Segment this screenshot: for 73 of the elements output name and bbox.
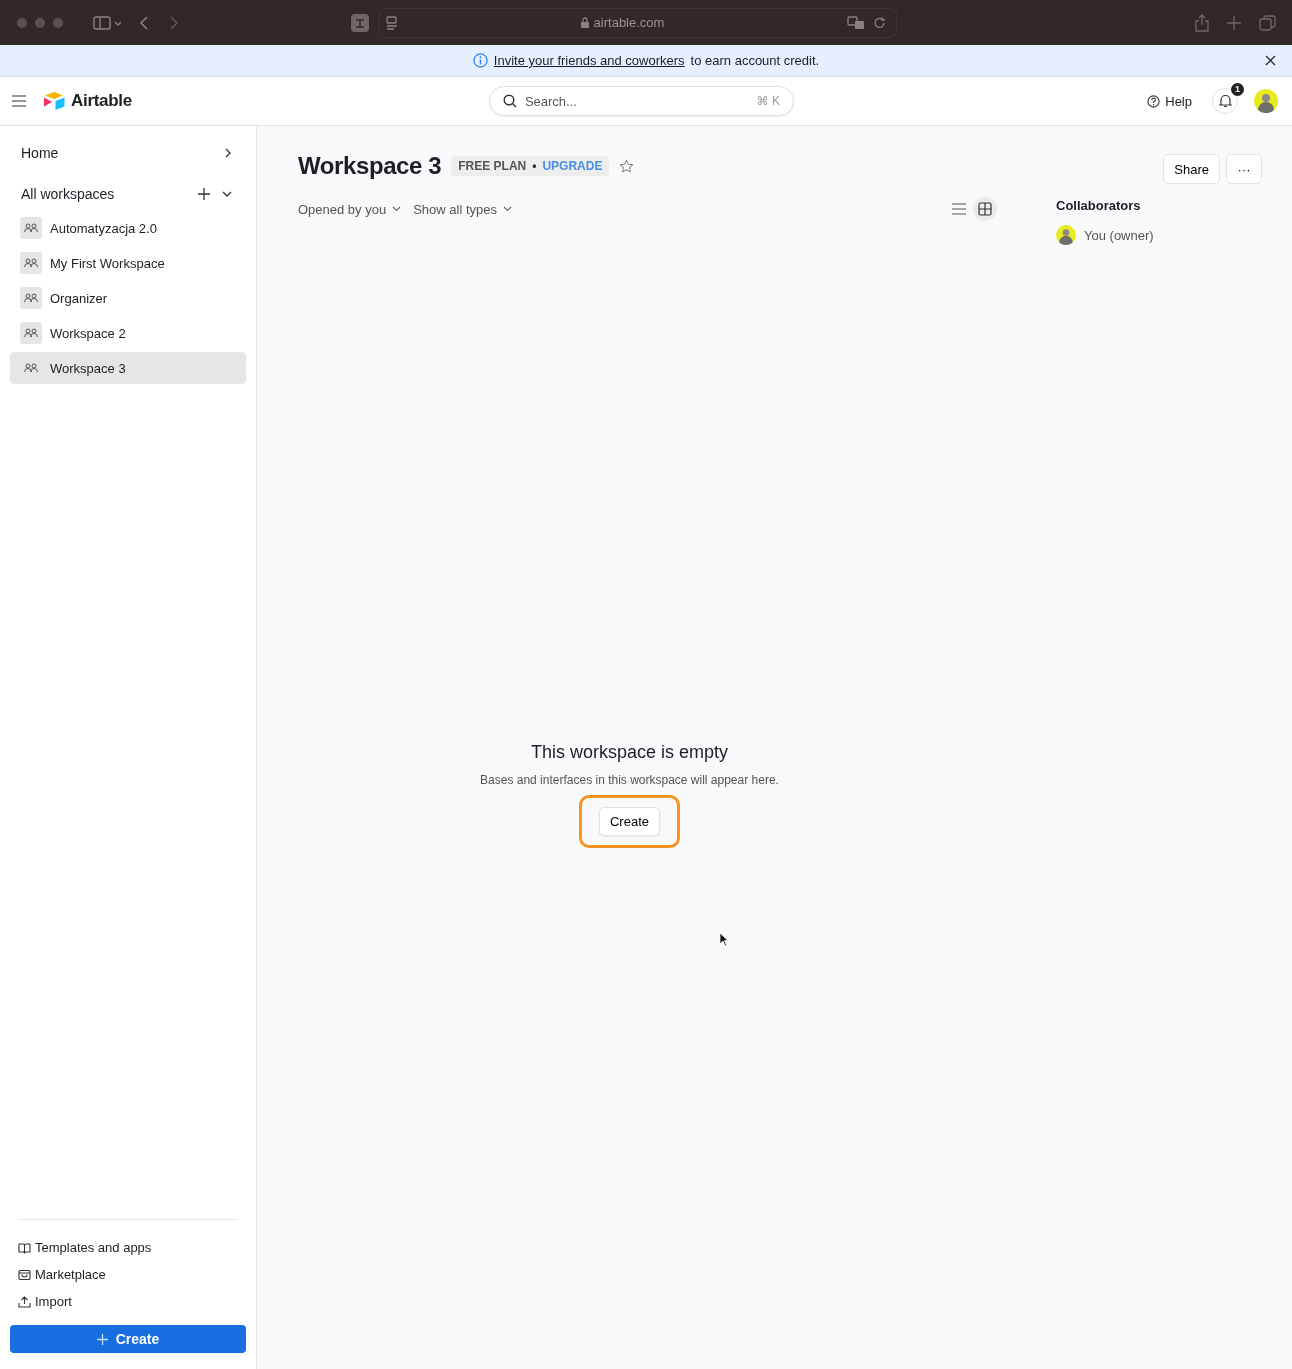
list-icon [952,203,966,215]
logo-icon[interactable] [43,91,67,111]
invite-link[interactable]: Invite your friends and coworkers [493,53,685,68]
more-button[interactable]: ··· [1226,154,1262,184]
separator-dot: • [532,159,537,173]
filter-dropdown[interactable]: Show all types [413,201,512,217]
create-button[interactable]: Create [599,807,660,836]
avatar-icon [1056,225,1076,245]
avatar-icon[interactable] [1254,89,1278,113]
reader-icon[interactable] [386,15,398,30]
people-icon [20,217,42,239]
workspace-item[interactable]: Automatyzacja 2.0 [10,212,246,244]
people-icon [20,252,42,274]
address-bar[interactable]: airtable.com [379,7,897,38]
reload-icon[interactable] [873,15,886,30]
url-text: airtable.com [593,15,665,30]
window-minimize-button[interactable] [35,17,45,28]
menu-icon[interactable] [12,95,26,107]
grid-icon [978,202,992,216]
sidebar-icon[interactable] [93,14,121,31]
plus-icon [96,1333,108,1345]
back-icon[interactable] [139,14,149,31]
tabs-icon[interactable] [1259,14,1276,31]
notifications-button[interactable] [1212,88,1238,114]
lock-icon [580,17,589,28]
new-tab-icon[interactable] [1227,15,1241,30]
share-icon[interactable] [1195,13,1209,32]
chevron-right-icon [224,147,232,159]
close-icon[interactable] [1265,55,1276,66]
chevron-down-icon [392,206,402,212]
extension-icon[interactable] [351,13,369,32]
chevron-down-icon [503,206,512,212]
shortcut-hint: ⌘ K [756,94,780,108]
sidebar-link[interactable]: Import [10,1288,246,1315]
banner-text: to earn account credit. [690,53,820,68]
empty-state-title: This workspace is empty [530,742,729,763]
workspace-title: Workspace 3 [298,152,442,180]
collaborators-title: Collaborators [1056,198,1142,213]
star-icon[interactable] [619,158,635,174]
share-button[interactable]: Share [1163,154,1220,184]
people-icon [20,322,42,344]
filter-dropdown[interactable]: Opened by you [298,201,402,217]
window-zoom-button[interactable] [53,17,63,28]
forward-icon[interactable] [169,14,179,31]
window-close-button[interactable] [17,17,27,28]
chevron-down-icon[interactable] [222,190,232,198]
bell-icon [1218,94,1232,108]
add-icon[interactable] [198,188,210,200]
search-icon [502,94,517,108]
translate-icon[interactable] [847,15,865,30]
workspace-item[interactable]: Organizer [10,282,246,314]
sidebar-link[interactable]: Marketplace [10,1261,246,1288]
sidebar-link[interactable]: Templates and apps [10,1234,246,1261]
notification-count: 1 [1231,83,1244,96]
upload-icon [18,1295,31,1308]
workspace-item[interactable]: My First Workspace [10,247,246,279]
plan-label: FREE PLAN [458,159,527,173]
logo-text: Airtable [71,91,132,111]
people-icon [20,287,42,309]
section-title: All workspaces [21,186,116,202]
grid-view-button[interactable] [973,197,997,221]
home-item[interactable]: Home [10,126,246,180]
info-icon [472,53,488,68]
workspace-item[interactable]: Workspace 3 [10,352,246,384]
store-icon [18,1268,31,1281]
empty-state-text: Bases and interfaces in this workspace will appear here. [480,773,779,787]
create-button[interactable]: Create [10,1325,246,1353]
book-icon [18,1241,31,1254]
cursor-icon [719,932,729,947]
help-icon [1147,94,1161,108]
help-button[interactable]: Help [1147,93,1192,109]
workspace-item[interactable]: Workspace 2 [10,317,246,349]
collaborator-name: You (owner) [1084,227,1154,243]
